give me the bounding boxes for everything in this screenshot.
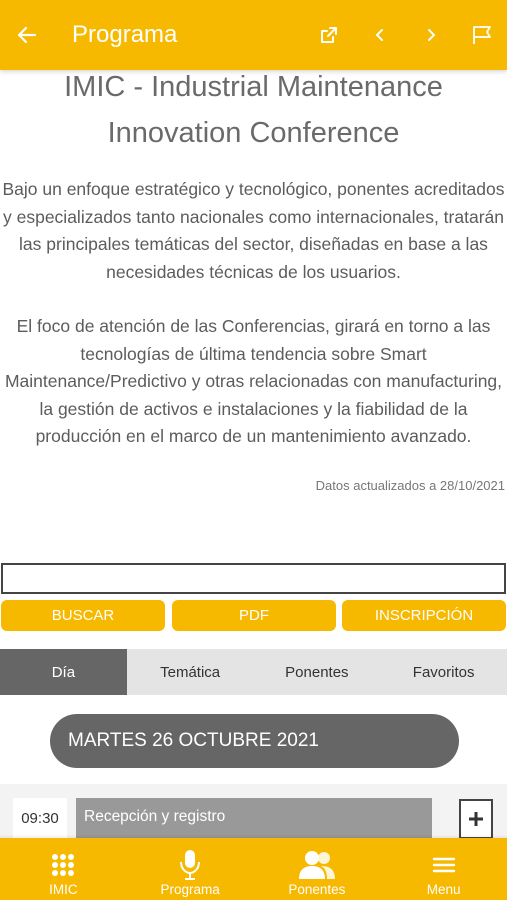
nav-imic[interactable]: IMIC [0, 838, 127, 900]
bottom-navigation: IMIC Programa Ponentes Menu [0, 838, 507, 900]
tab-favorites[interactable]: Favoritos [380, 649, 507, 695]
last-updated-text: Datos actualizados a 28/10/2021 [315, 477, 505, 493]
back-arrow-icon[interactable] [0, 0, 54, 70]
description-paragraph: Bajo un enfoque estratégico y tecnológic… [2, 179, 505, 282]
nav-program[interactable]: Programa [127, 838, 254, 900]
chevron-right-icon[interactable] [405, 0, 456, 70]
tab-day[interactable]: Día [0, 649, 127, 695]
session-time: 09:30 [13, 798, 67, 838]
chevron-left-icon[interactable] [354, 0, 405, 70]
pdf-button[interactable]: PDF [172, 600, 336, 631]
nav-menu[interactable]: Menu [380, 838, 507, 900]
external-link-icon[interactable] [303, 0, 354, 70]
microphone-icon [178, 848, 202, 882]
search-button[interactable]: BUSCAR [1, 600, 165, 631]
add-favorite-button[interactable] [459, 799, 493, 839]
event-title: IMIC - Industrial Maintenance Innovation… [64, 71, 443, 149]
nav-speakers[interactable]: Ponentes [254, 838, 381, 900]
tab-speakers[interactable]: Ponentes [254, 649, 381, 695]
people-icon [297, 848, 337, 882]
page-title: Programa [72, 21, 178, 48]
app-bar: Programa [0, 0, 507, 70]
day-header: MARTES 26 OCTUBRE 2021 [50, 714, 459, 768]
nav-label: Ponentes [288, 882, 346, 897]
flag-icon[interactable] [456, 0, 507, 70]
plus-icon [469, 812, 483, 826]
nav-label: IMIC [49, 882, 78, 897]
tab-topic[interactable]: Temática [127, 649, 254, 695]
registration-button[interactable]: INSCRIPCIÓN [342, 600, 506, 631]
session-row[interactable]: 09:30 Recepción y registro [0, 784, 507, 844]
hamburger-icon [432, 848, 456, 882]
nav-label: Menu [426, 882, 461, 897]
filter-tabs: Día Temática Ponentes Favoritos [0, 649, 507, 695]
event-description: IMIC - Industrial Maintenance Innovation… [0, 60, 507, 493]
search-input[interactable] [1, 563, 506, 594]
description-paragraph: El foco de atención de las Conferencias,… [4, 316, 503, 446]
nav-label: Programa [160, 882, 220, 897]
grid-icon [50, 848, 76, 882]
action-buttons: BUSCAR PDF INSCRIPCIÓN [0, 600, 507, 631]
